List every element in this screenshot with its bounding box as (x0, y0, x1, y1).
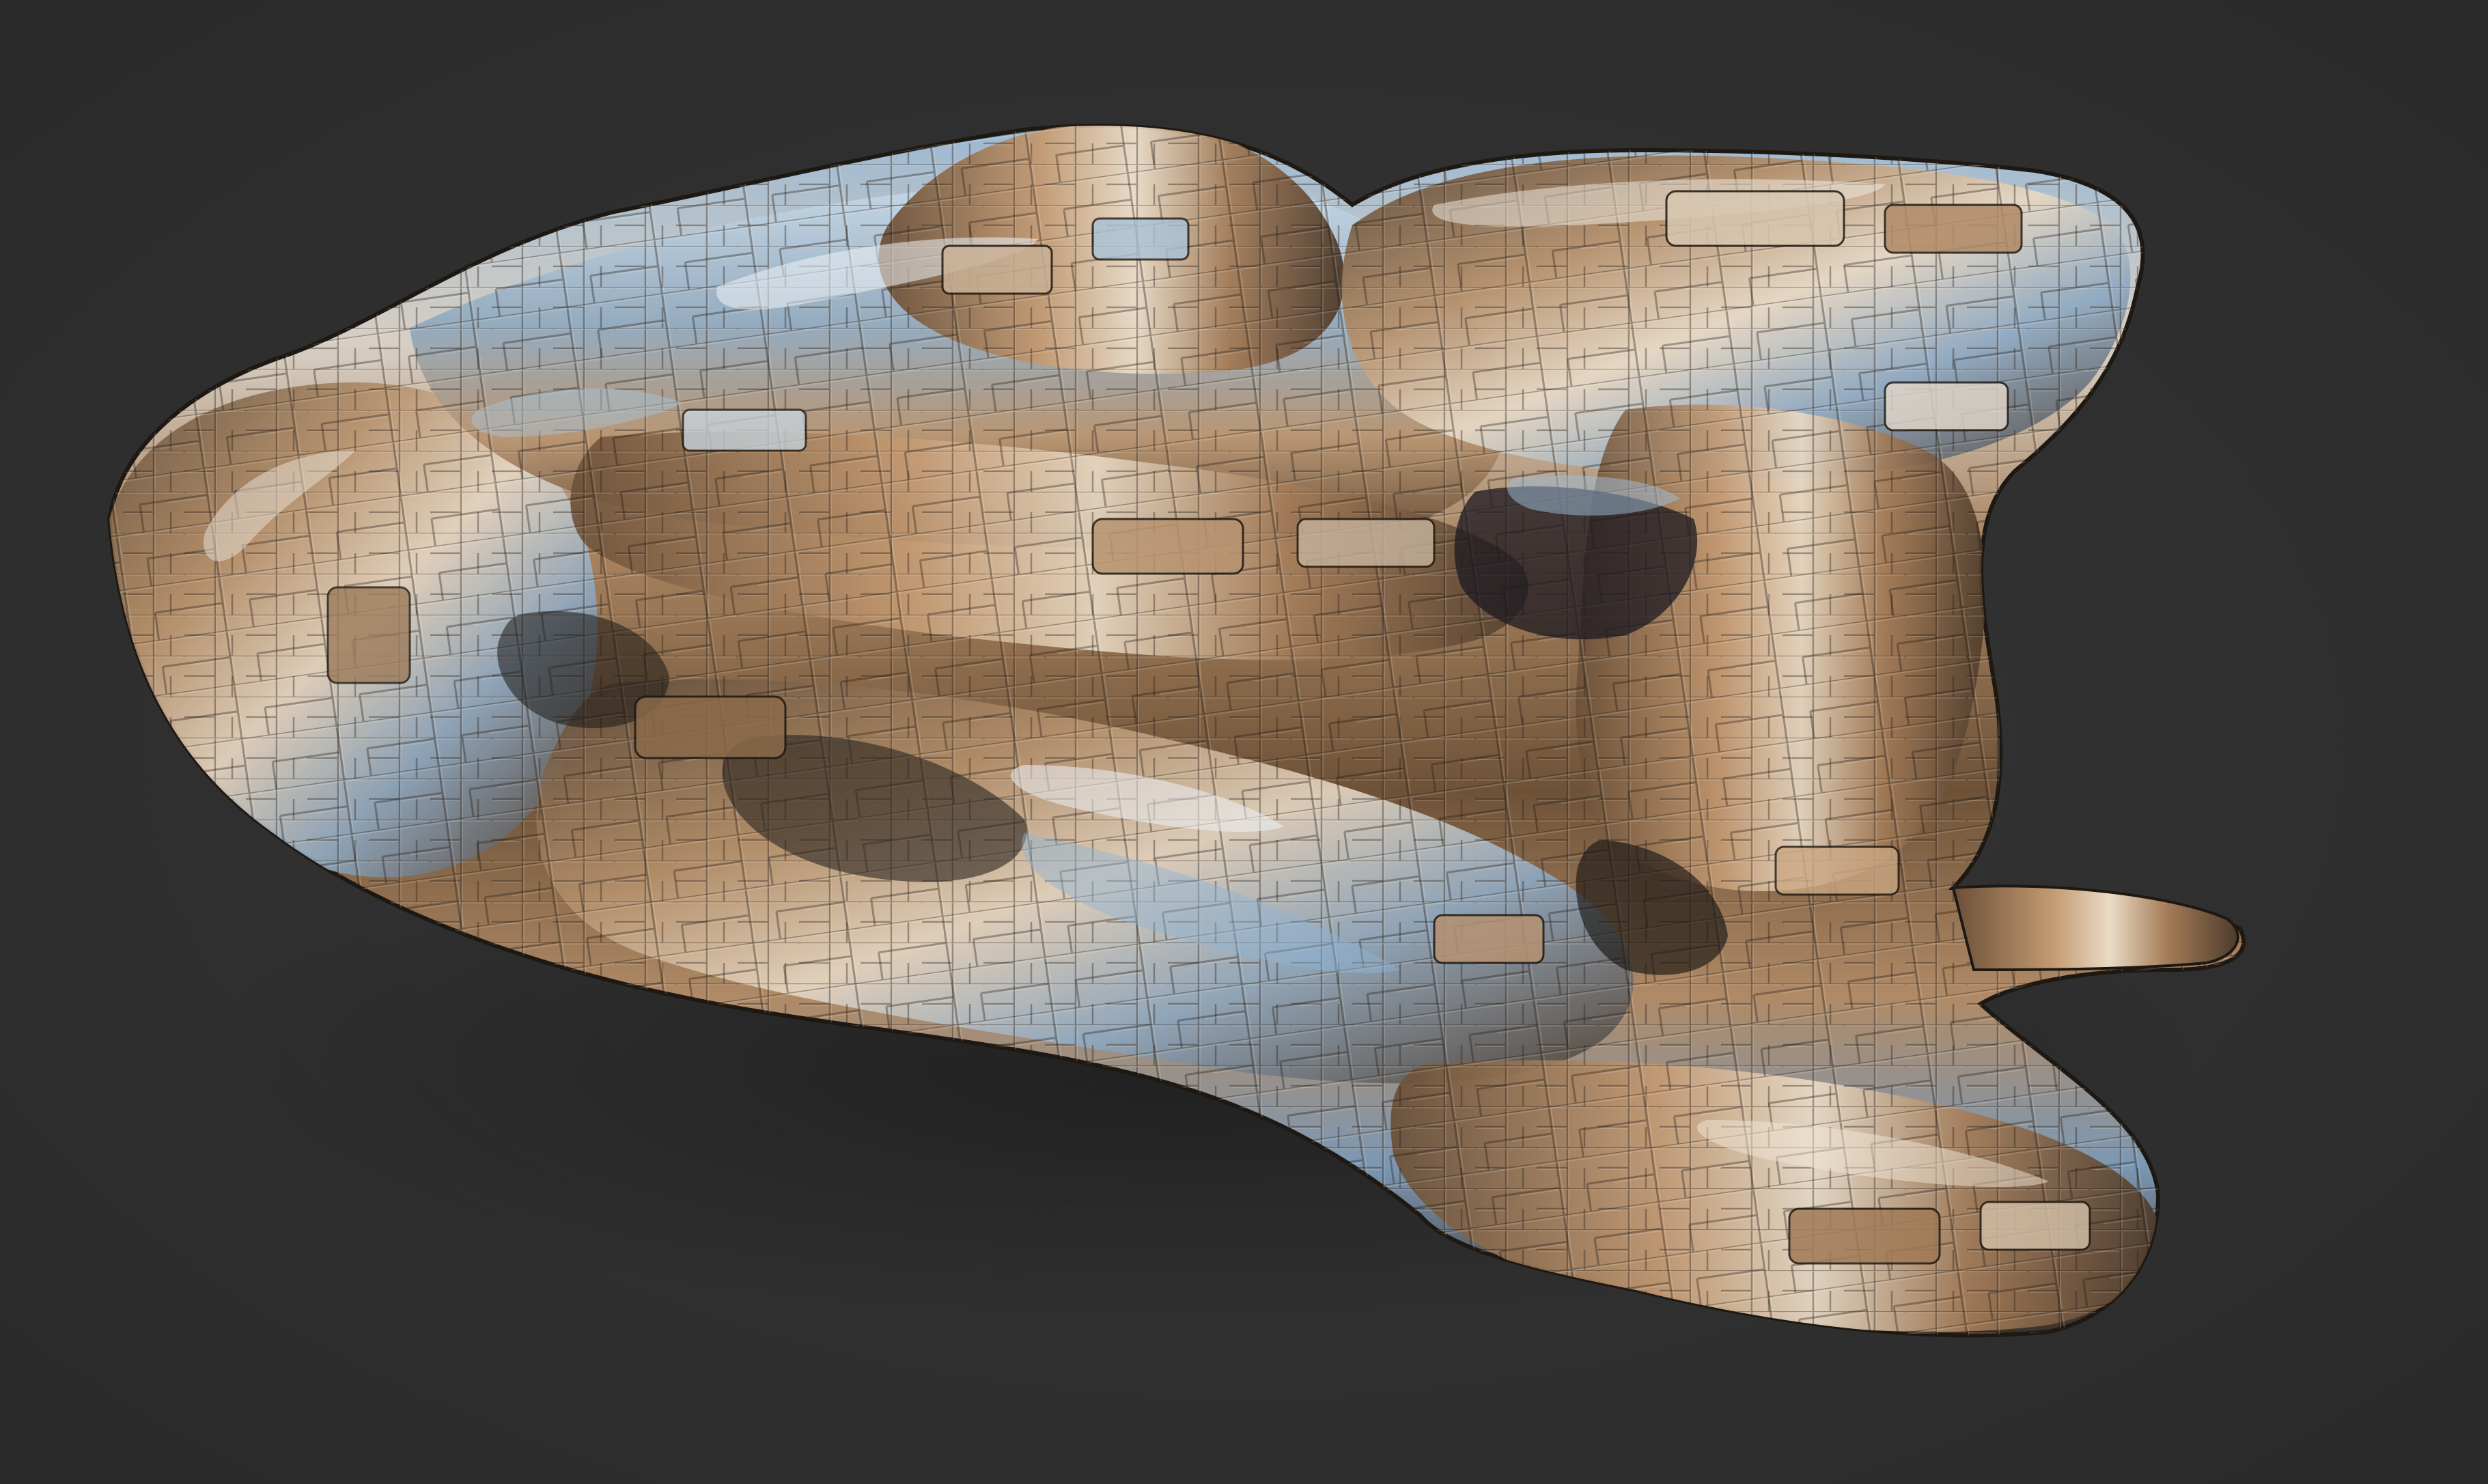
spaceship-model (107, 124, 2246, 1338)
render-viewport (0, 0, 2488, 1484)
forward-spike (1951, 884, 2239, 972)
